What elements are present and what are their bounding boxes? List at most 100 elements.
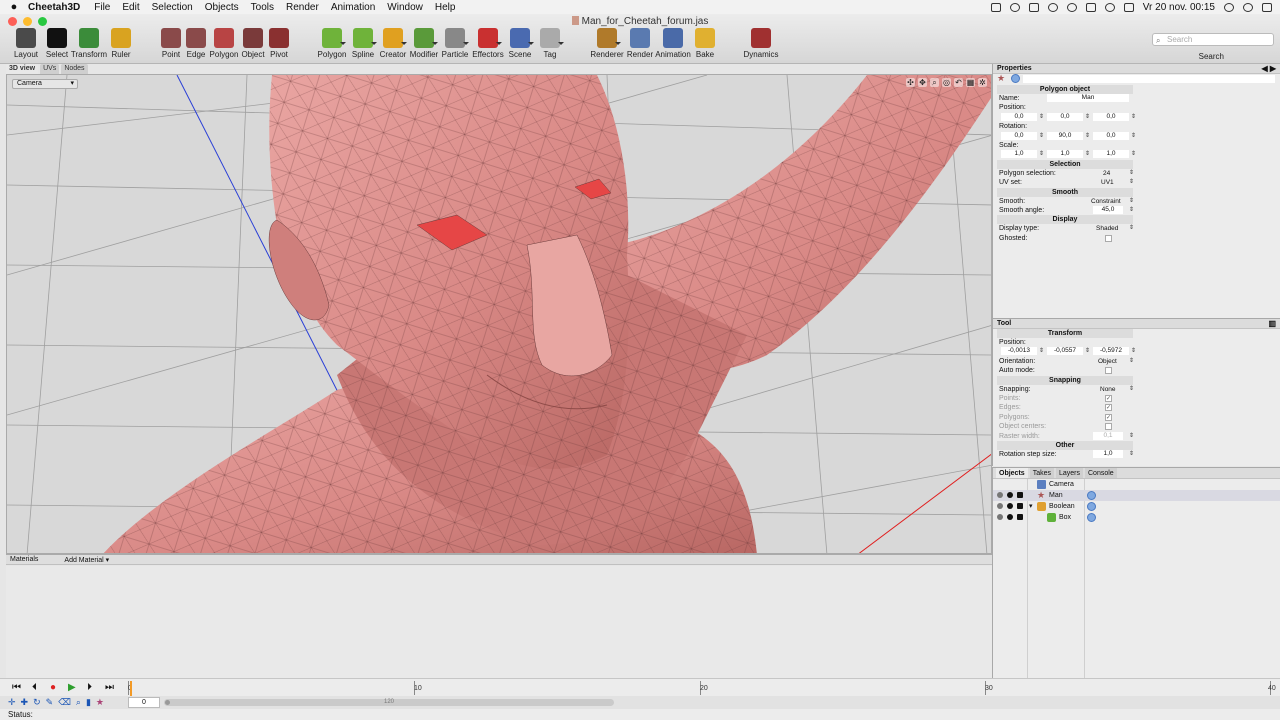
battery-icon[interactable] — [1123, 2, 1134, 12]
rotation-z-field[interactable]: 0,0 — [1093, 131, 1129, 140]
go-to-end-icon[interactable]: ⏭ — [105, 683, 114, 693]
rotation-x-stepper-icon[interactable]: ⇕ — [1039, 132, 1044, 140]
smooth-value[interactable]: Constraint — [1091, 197, 1121, 206]
toolbar-tool-render[interactable]: Render — [625, 28, 655, 59]
scale-y-stepper-icon[interactable]: ⇕ — [1085, 150, 1090, 158]
dropbox-icon[interactable] — [990, 2, 1001, 12]
menu-render[interactable]: Render — [286, 2, 319, 13]
menu-help[interactable]: Help — [435, 2, 456, 13]
rotation-y-stepper-icon[interactable]: ⇕ — [1085, 132, 1090, 140]
uv-tag-icon[interactable] — [1087, 513, 1096, 522]
camera-dropdown[interactable]: Camera — [12, 79, 78, 89]
menu-window[interactable]: Window — [387, 2, 423, 13]
scale-x-field[interactable]: 1,0 — [1001, 150, 1037, 159]
range-start-handle[interactable] — [165, 700, 170, 705]
rotation-z-stepper-icon[interactable]: ⇕ — [1131, 132, 1136, 140]
step-forward-icon[interactable]: ⏵ — [87, 683, 92, 693]
bluetooth-icon[interactable] — [1085, 2, 1096, 12]
render-camera-icon[interactable] — [1017, 514, 1023, 520]
go-to-start-icon[interactable]: ⏮ — [12, 683, 21, 693]
menu-app-name[interactable]: Cheetah3D — [28, 2, 80, 13]
tool-position-x-field[interactable]: -0,0013 — [1001, 347, 1037, 356]
toolbar-tool-animation[interactable]: Animation — [655, 28, 691, 59]
scale-key-icon[interactable]: ✚ — [21, 697, 29, 708]
materials-area[interactable] — [6, 566, 992, 678]
position-x-stepper-icon[interactable]: ⇕ — [1039, 113, 1044, 121]
add-material-button[interactable]: Add Material ▾ — [64, 556, 109, 564]
object-row-man[interactable]: ★ Man — [993, 490, 1280, 501]
zoom-view-icon[interactable]: ⌕ — [930, 78, 939, 87]
auto-mode-checkbox[interactable] — [1105, 367, 1112, 375]
polygon-object-icon[interactable]: ★ — [997, 74, 1006, 83]
scale-x-stepper-icon[interactable]: ⇕ — [1039, 150, 1044, 158]
menubar-clock[interactable]: Vr 20 nov. 00:15 — [1143, 2, 1215, 13]
3d-viewport[interactable]: Camera ✣ ✥ ⌕ ◎ ↶ ▦ ✲ — [6, 74, 992, 554]
position-x-field[interactable]: 0,0 — [1001, 112, 1037, 121]
polygon-selection-value[interactable]: 24 — [1103, 169, 1110, 178]
tool-panel-icon[interactable]: ▥ — [1268, 319, 1276, 329]
graph-icon[interactable]: ▮ — [86, 697, 91, 708]
tab-console[interactable]: Console — [1085, 468, 1117, 478]
move-key-icon[interactable]: ✛ — [8, 697, 16, 708]
timeline[interactable]: ⏮ ⏴ ● ▶ ⏵ ⏭ 0 10 20 30 40 — [0, 678, 1280, 697]
render-camera-icon[interactable] — [1017, 492, 1023, 498]
orientation-stepper-icon[interactable]: ⇕ — [1129, 357, 1134, 365]
tab-layers[interactable]: Layers — [1055, 468, 1083, 478]
eye-icon[interactable] — [1007, 492, 1013, 498]
menu-objects[interactable]: Objects — [205, 2, 239, 13]
position-y-field[interactable]: 0,0 — [1047, 112, 1083, 121]
current-frame-field[interactable]: 0 — [128, 697, 160, 708]
visibility-dot-icon[interactable] — [997, 514, 1003, 520]
menu-file[interactable]: File — [94, 2, 110, 13]
uv-set-stepper-icon[interactable]: ⇕ — [1129, 178, 1134, 186]
wifi-icon[interactable] — [1104, 2, 1115, 12]
object-row-camera[interactable]: Camera — [993, 479, 1280, 490]
position-z-field[interactable]: 0,0 — [1093, 112, 1129, 121]
snapping-stepper-icon[interactable]: ⇕ — [1129, 385, 1134, 393]
uv-tag-icon[interactable] — [1087, 491, 1096, 500]
time-range-slider[interactable]: 120 — [164, 699, 614, 706]
toolbar-tool-layout[interactable]: Layout — [11, 28, 41, 59]
record-icon[interactable]: ● — [50, 683, 56, 693]
rotation-x-field[interactable]: 0,0 — [1001, 131, 1037, 140]
time-machine-icon[interactable] — [1047, 2, 1058, 12]
tab-takes[interactable]: Takes — [1029, 468, 1054, 478]
layout-view-icon[interactable]: ▦ — [966, 78, 975, 87]
favorite-star-icon[interactable]: ★ — [96, 697, 104, 708]
polygons-checkbox[interactable]: ✓ — [1105, 413, 1112, 421]
object-centers-checkbox[interactable] — [1105, 423, 1112, 431]
object-row-boolean[interactable]: ▾ Boolean — [993, 501, 1280, 512]
toolbar-tool-ruler[interactable]: Ruler — [106, 28, 136, 59]
menu-tools[interactable]: Tools — [251, 2, 274, 13]
clock-icon[interactable] — [1066, 2, 1077, 12]
smooth-stepper-icon[interactable]: ⇕ — [1129, 197, 1134, 205]
tab-objects[interactable]: Objects — [996, 468, 1028, 478]
play-icon[interactable]: ▶ — [68, 683, 76, 693]
ghosted-checkbox[interactable] — [1105, 234, 1112, 242]
scale-z-stepper-icon[interactable]: ⇕ — [1131, 150, 1136, 158]
menu-edit[interactable]: Edit — [122, 2, 139, 13]
edges-checkbox[interactable]: ✓ — [1105, 404, 1112, 412]
orientation-value[interactable]: Object — [1098, 357, 1117, 366]
menu-animation[interactable]: Animation — [331, 2, 375, 13]
toolbar-tool-select[interactable]: Select — [42, 28, 72, 59]
tool-position-x-stepper-icon[interactable]: ⇕ — [1039, 347, 1044, 355]
uv-tag-icon[interactable] — [1087, 502, 1096, 511]
frame-view-icon[interactable]: ◎ — [942, 78, 951, 87]
rotate-view-icon[interactable]: ✣ — [906, 78, 915, 87]
apple-icon[interactable]: ● — [0, 1, 28, 13]
tool-position-y-field[interactable]: -0,0557 — [1047, 347, 1083, 356]
smooth-angle-field[interactable]: 45,0 — [1093, 205, 1123, 214]
toolbar-tool-polygon[interactable]: Polygon — [209, 28, 239, 59]
eye-icon[interactable] — [1007, 503, 1013, 509]
tab-uvs[interactable]: UVs — [40, 64, 60, 74]
disclosure-triangle-icon[interactable]: ▾ — [1029, 501, 1033, 512]
delete-key-icon[interactable]: ⌫ — [58, 697, 71, 708]
tool-position-y-stepper-icon[interactable]: ⇕ — [1085, 347, 1090, 355]
move-view-icon[interactable]: ✥ — [918, 78, 927, 87]
rotate-key-icon[interactable]: ↻ — [33, 697, 41, 708]
name-field[interactable]: Man — [1047, 94, 1129, 102]
rotation-step-stepper-icon[interactable]: ⇕ — [1129, 450, 1134, 458]
eye-icon[interactable] — [1007, 514, 1013, 520]
toolbar-tool-effectors[interactable]: Effectors — [472, 28, 504, 59]
